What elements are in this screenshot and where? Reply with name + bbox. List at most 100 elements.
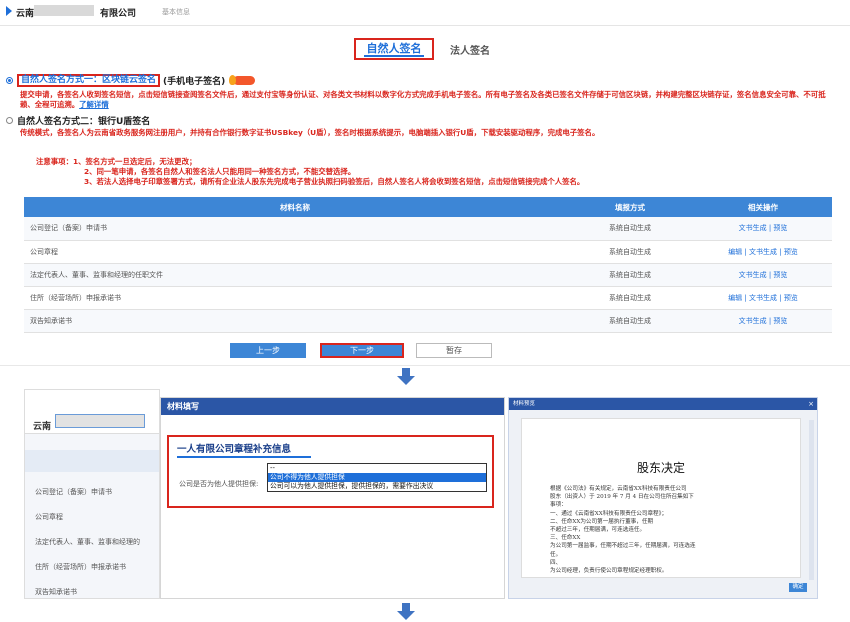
- left-nav-panel: 云南 公司登记（备案）申请书 公司章程 法定代表人、董事、监事和经理的 住所（经…: [24, 389, 160, 599]
- col-actions: 相关操作: [694, 197, 832, 217]
- section-title: 一人有限公司章程补充信息: [177, 444, 292, 455]
- left-nav-item[interactable]: 公司登记（备案）申请书: [35, 487, 112, 497]
- title-marker-icon: [6, 6, 12, 16]
- supplement-info-section: 一人有限公司章程补充信息 公司是否为他人提供担保: -- 公司不得为他人提供担保…: [167, 435, 494, 508]
- company-name-suffix: 有限公司: [100, 9, 137, 19]
- material-name: 公司登记（备案）申请书: [24, 217, 566, 241]
- doc-line: 一、通过《云南省XX科技有限责任公司章程》；: [550, 510, 668, 517]
- preview-header: 材料预览 ×: [509, 398, 817, 410]
- arrow-down-icon: [397, 603, 415, 621]
- row-actions: 文书生成 | 预览: [694, 217, 832, 241]
- section-divider: [0, 365, 850, 366]
- document-body: 根据《公司法》有关规定，云南省XX科技有限责任公司 股东（出资人）于 2019 …: [550, 485, 770, 575]
- prev-step-button[interactable]: 上一步: [230, 343, 306, 358]
- left-panel-header: 云南: [25, 390, 159, 434]
- generate-doc-link[interactable]: 文书生成: [749, 248, 777, 256]
- left-nav-item[interactable]: 公司章程: [35, 512, 63, 522]
- row-actions: 编辑 | 文书生成 | 预览: [694, 240, 832, 264]
- tab-natural-person-signature[interactable]: 自然人签名: [354, 38, 434, 60]
- doc-line: 为公司第一届监事，任期不超过三年，任期届满，可连选连: [550, 543, 696, 550]
- fill-mode: 系统自动生成: [566, 263, 694, 287]
- doc-line: 不超过三年，任期届满，可连选连任。: [550, 527, 646, 534]
- dropdown-option-selected[interactable]: 公司不得为他人提供担保: [268, 473, 486, 482]
- signature-option-1[interactable]: 自然人签名方式一：区块链云签名 (手机电子签名): [6, 74, 256, 87]
- redacted-mask: [55, 414, 145, 428]
- notice-line-3: 3、若法人选择电子印章签署方式，请所有企业法人股东先完成电子营业执照扫码验签后，…: [84, 177, 585, 186]
- material-fill-dialog: 材料填写 一人有限公司章程补充信息 公司是否为他人提供担保: -- 公司不得为他…: [160, 397, 505, 599]
- option-1-desc-text: 提交申请，各签名人收到签名短信，点击短信链接查阅签名文件后，通过支付宝等身份认证…: [20, 90, 826, 109]
- option-1-description: 提交申请，各签名人收到签名短信，点击短信链接查阅签名文件后，通过支付宝等身份认证…: [20, 90, 830, 110]
- title-underline: [177, 456, 311, 458]
- option-2-label: 自然人签名方式二：银行U盾签名: [17, 117, 151, 127]
- fill-mode: 系统自动生成: [566, 286, 694, 310]
- left-panel-band: [25, 450, 159, 472]
- option-2-description: 传统模式，各签名人为云南省政务服务网注册用户，并持有合作银行数字证书USBkey…: [20, 128, 600, 137]
- scrollbar[interactable]: [809, 420, 814, 580]
- material-name: 法定代表人、董事、监事和经理的任职文件: [24, 263, 566, 287]
- table-row: 公司章程 系统自动生成 编辑 | 文书生成 | 预览: [24, 240, 832, 264]
- dropdown-option[interactable]: 公司可以为他人提供担保，提供担保的，需要作出决议: [268, 482, 486, 491]
- material-name: 住所（经营场所）申报承诺书: [24, 286, 566, 310]
- tab-legal-person-signature[interactable]: 法人签名: [450, 42, 490, 57]
- doc-line: 二、任命XX为公司第一届执行董事，任期: [550, 518, 654, 525]
- preview-link[interactable]: 预览: [773, 271, 787, 279]
- confirm-button[interactable]: 确定: [789, 583, 807, 592]
- generate-doc-link[interactable]: 文书生成: [749, 294, 777, 302]
- guarantee-label: 公司是否为他人提供担保:: [179, 480, 259, 488]
- row-actions: 文书生成 | 预览: [694, 263, 832, 287]
- table-row: 双告知承诺书 系统自动生成 文书生成 | 预览: [24, 309, 832, 333]
- notice-line-2: 2、同一笔申请，各签名自然人和签名法人只能用同一种签名方式，不能交替选择。: [84, 167, 356, 176]
- materials-table: 材料名称 填报方式 相关操作 公司登记（备案）申请书 系统自动生成 文书生成 |…: [24, 197, 832, 333]
- option-1-suffix: (手机电子签名): [163, 77, 226, 87]
- edit-link[interactable]: 编辑: [728, 294, 742, 302]
- doc-line: 为公司经理，负责行使公司章程规定经理职权。: [550, 568, 668, 575]
- doc-line: 三、任命XX: [550, 535, 581, 542]
- next-step-button[interactable]: 下一步: [320, 343, 404, 358]
- option-1-label: 自然人签名方式一：区块链云签名: [17, 74, 161, 87]
- hot-flame-icon: [229, 75, 256, 85]
- radio-option-2[interactable]: [6, 117, 13, 124]
- generate-doc-link[interactable]: 文书生成: [739, 224, 767, 232]
- dropdown-option[interactable]: --: [268, 464, 486, 473]
- table-row: 公司登记（备案）申请书 系统自动生成 文书生成 | 预览: [24, 217, 832, 241]
- preview-link[interactable]: 预览: [784, 248, 798, 256]
- company-name-prefix: 云南: [16, 9, 35, 19]
- material-name: 公司章程: [24, 240, 566, 264]
- material-name: 双告知承诺书: [24, 309, 566, 333]
- row-actions: 编辑 | 文书生成 | 预览: [694, 286, 832, 310]
- doc-line: 四、: [550, 559, 562, 566]
- left-nav-item[interactable]: 法定代表人、董事、监事和经理的: [35, 537, 140, 547]
- redacted-mask: [34, 5, 94, 16]
- preview-link[interactable]: 预览: [773, 317, 787, 325]
- close-icon[interactable]: ×: [808, 398, 814, 410]
- col-fill-mode: 填报方式: [566, 197, 694, 217]
- table-row: 法定代表人、董事、监事和经理的任职文件 系统自动生成 文书生成 | 预览: [24, 263, 832, 287]
- save-draft-button[interactable]: 暂存: [416, 343, 492, 358]
- left-nav-item[interactable]: 双告知承诺书: [35, 587, 77, 597]
- top-bar: 云南 有限公司 基本信息: [0, 0, 850, 26]
- generate-doc-link[interactable]: 文书生成: [739, 317, 767, 325]
- doc-line: 任。: [550, 551, 562, 558]
- radio-option-1[interactable]: [6, 77, 13, 84]
- arrow-down-icon: [397, 368, 415, 386]
- doc-line: 根据《公司法》有关规定，云南省XX科技有限责任公司: [550, 486, 687, 492]
- preview-title: 材料预览: [513, 401, 536, 407]
- row-actions: 文书生成 | 预览: [694, 309, 832, 333]
- doc-line: 股东（出资人）于 2019 年 7 月 4 日在公司住所召集如下: [550, 494, 694, 501]
- learn-more-link[interactable]: 了解详情: [79, 100, 109, 109]
- notice-section: 注意事项：1、签名方式一旦选定后，无法更改； 2、同一笔申请，各签名自然人和签名…: [36, 157, 584, 187]
- left-nav-item[interactable]: 住所（经营场所）申报承诺书: [35, 562, 126, 572]
- generate-doc-link[interactable]: 文书生成: [739, 271, 767, 279]
- page-subtitle: 基本信息: [162, 8, 190, 16]
- guarantee-select[interactable]: -- 公司不得为他人提供担保 公司可以为他人提供担保，提供担保的，需要作出决议: [267, 463, 487, 492]
- notice-line-1: 注意事项：1、签名方式一旦选定后，无法更改；: [36, 157, 197, 166]
- dialog-header: 材料填写: [161, 398, 504, 415]
- fill-mode: 系统自动生成: [566, 240, 694, 264]
- signature-option-2[interactable]: 自然人签名方式二：银行U盾签名: [6, 114, 150, 127]
- document-page: 股东决定 根据《公司法》有关规定，云南省XX科技有限责任公司 股东（出资人）于 …: [521, 418, 801, 578]
- preview-link[interactable]: 预览: [784, 294, 798, 302]
- preview-link[interactable]: 预览: [773, 224, 787, 232]
- table-row: 住所（经营场所）申报承诺书 系统自动生成 编辑 | 文书生成 | 预览: [24, 286, 832, 310]
- edit-link[interactable]: 编辑: [728, 248, 742, 256]
- fill-mode: 系统自动生成: [566, 217, 694, 241]
